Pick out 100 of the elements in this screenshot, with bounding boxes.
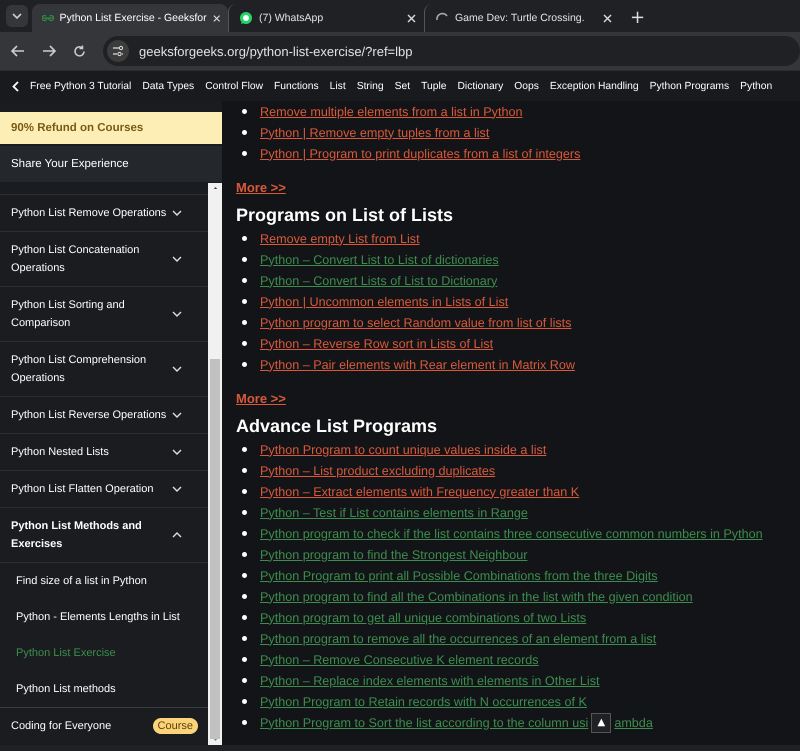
bullet-icon: [242, 257, 247, 262]
chevron-down-icon: [172, 256, 182, 262]
more-link[interactable]: More >>: [236, 391, 286, 406]
topic-link[interactable]: Python: [740, 80, 772, 92]
close-icon[interactable]: [603, 14, 612, 22]
topic-link[interactable]: Exception Handling: [550, 80, 639, 92]
article-link[interactable]: Python | Program to print duplicates from a list of integers: [260, 146, 580, 160]
close-icon[interactable]: [407, 14, 416, 22]
site-settings-icon[interactable]: [107, 40, 129, 62]
share-link[interactable]: Share Your Experience: [0, 146, 222, 182]
promo-banner[interactable]: 90% Refund on Courses: [0, 112, 222, 144]
sidebar-subitem[interactable]: Python List Exercise: [0, 635, 208, 671]
bullet-icon: [242, 236, 247, 241]
topic-link[interactable]: Functions: [274, 80, 319, 92]
tab-title: (7) WhatsApp: [259, 12, 324, 24]
article-link[interactable]: Python program to remove all the occurrences of an element from a list: [260, 632, 656, 646]
article-link[interactable]: Python program to check if the list contains three consecutive common numbers in Python: [260, 526, 763, 540]
address-field[interactable]: geeksforgeeks.org/python-list-exercise/?ref=lbp: [103, 36, 800, 66]
scrollbar[interactable]: [208, 183, 222, 745]
chevron-down-icon: [172, 486, 182, 492]
logo-icon: [42, 14, 54, 22]
chevron-down-icon: [172, 210, 182, 216]
article-link[interactable]: Python – List product excluding duplicates: [260, 464, 496, 478]
article-link[interactable]: Python Program to Sort the list according to the column usi: [260, 716, 588, 730]
bullet-icon: [242, 720, 247, 725]
topic-link[interactable]: Dictionary: [457, 80, 504, 92]
back-icon[interactable]: [11, 45, 25, 57]
bullet-icon: [242, 573, 247, 578]
topic-link[interactable]: String: [356, 80, 384, 92]
chevron-down-icon: [172, 311, 182, 317]
chevron-down-icon: [172, 366, 182, 372]
article-link[interactable]: Python – Extract elements with Frequency greater than K: [260, 484, 580, 498]
sidebar-footer-link[interactable]: Coding for Everyone: [11, 720, 112, 732]
bullet-icon: [242, 489, 247, 494]
article-link[interactable]: Remove empty List from List: [260, 232, 420, 246]
topic-link[interactable]: List: [330, 80, 346, 92]
tab-list-button[interactable]: [6, 5, 28, 27]
chevron-down-icon: [172, 412, 182, 418]
article-link[interactable]: Python – Replace index elements with elements in Other List: [260, 674, 600, 688]
bullet-icon: [242, 468, 247, 473]
topic-link[interactable]: Control Flow: [205, 80, 264, 92]
topic-link[interactable]: Oops: [514, 80, 539, 92]
article-link[interactable]: Remove multiple elements from a list in Python: [260, 104, 522, 118]
article-link[interactable]: Python – Reverse Row sort in Lists of List: [260, 336, 494, 350]
article-link[interactable]: Python – Test if List contains elements in Range: [260, 506, 528, 520]
section-heading: Programs on List of Lists: [236, 205, 454, 226]
article-link[interactable]: Python Program to Retain records with N occurrences of K: [260, 694, 587, 708]
scroll-to-top-button[interactable]: ▲: [591, 712, 612, 732]
topic-link[interactable]: Data Types: [142, 80, 194, 92]
sidebar-subitem[interactable]: Python - Elements Lengths in List: [0, 599, 208, 635]
tab-title: Game Dev: Turtle Crossing.: [455, 12, 586, 24]
chevron-down-icon: [172, 449, 182, 455]
section-heading: Advance List Programs: [236, 416, 438, 437]
article-link[interactable]: Python Program to print all Possible Combinations from the three Digits: [260, 568, 658, 582]
article-link[interactable]: Python | Remove empty tuples from a list: [260, 126, 490, 140]
bullet-icon: [242, 341, 247, 346]
bullet-icon: [242, 299, 247, 304]
bullet-icon: [242, 109, 247, 114]
bullet-icon: [242, 531, 247, 536]
topic-link[interactable]: Tuple: [421, 80, 446, 92]
article-link[interactable]: ambda: [614, 716, 653, 730]
chevron-left-icon[interactable]: [12, 80, 19, 92]
course-badge: Course: [152, 718, 198, 734]
bullet-icon: [242, 278, 247, 283]
close-icon[interactable]: [212, 14, 220, 22]
browser-tab[interactable]: Python List Exercise - Geeksfor: [32, 4, 228, 32]
sidebar-subitem[interactable]: Find size of a list in Python: [0, 563, 208, 599]
bullet-icon: [242, 362, 247, 367]
bullet-icon: [242, 320, 247, 325]
chat-bubble-icon: [239, 11, 253, 25]
topic-link[interactable]: Free Python 3 Tutorial: [30, 80, 132, 92]
more-link[interactable]: More >>: [236, 180, 286, 195]
bullet-icon: [242, 130, 247, 135]
article-link[interactable]: Python – Remove Consecutive K element records: [260, 652, 539, 666]
reload-icon[interactable]: [73, 44, 86, 58]
sidebar-subitem[interactable]: Python List methods: [0, 671, 208, 707]
article-link[interactable]: Python program to find the Strongest Neighbour: [260, 548, 528, 562]
article-link[interactable]: Python program to select Random value from list of lists: [260, 316, 572, 330]
bullet-icon: [242, 151, 247, 156]
article-link[interactable]: Python program to find all the Combinations in the list with the given condition: [260, 590, 693, 604]
bullet-icon: [242, 699, 247, 704]
bullet-icon: [242, 447, 247, 452]
bullet-icon: [242, 678, 247, 683]
bullet-icon: [242, 594, 247, 599]
article-link[interactable]: Python program to get all unique combinations of two Lists: [260, 610, 586, 624]
topic-link[interactable]: Python Programs: [650, 80, 730, 92]
topic-link[interactable]: Set: [394, 80, 410, 92]
new-tab-button[interactable]: +: [626, 7, 650, 28]
forward-icon[interactable]: [42, 45, 56, 57]
article-link[interactable]: Python – Convert List to List of dictionaries: [260, 252, 499, 266]
article-link[interactable]: Python Program to count unique values inside a list: [260, 442, 546, 456]
article-link[interactable]: Python – Convert Lists of List to Dictionary: [260, 274, 498, 288]
article-link[interactable]: Python – Pair elements with Rear element in Matrix Row: [260, 358, 575, 372]
chevron-up-icon: [172, 532, 182, 538]
bullet-icon: [242, 636, 247, 641]
scroll-up-icon[interactable]: [212, 187, 218, 189]
chevron-down-icon: [12, 13, 22, 19]
bullet-icon: [242, 615, 247, 620]
article-link[interactable]: Python | Uncommon elements in Lists of List: [260, 294, 508, 308]
bullet-icon: [242, 552, 247, 557]
